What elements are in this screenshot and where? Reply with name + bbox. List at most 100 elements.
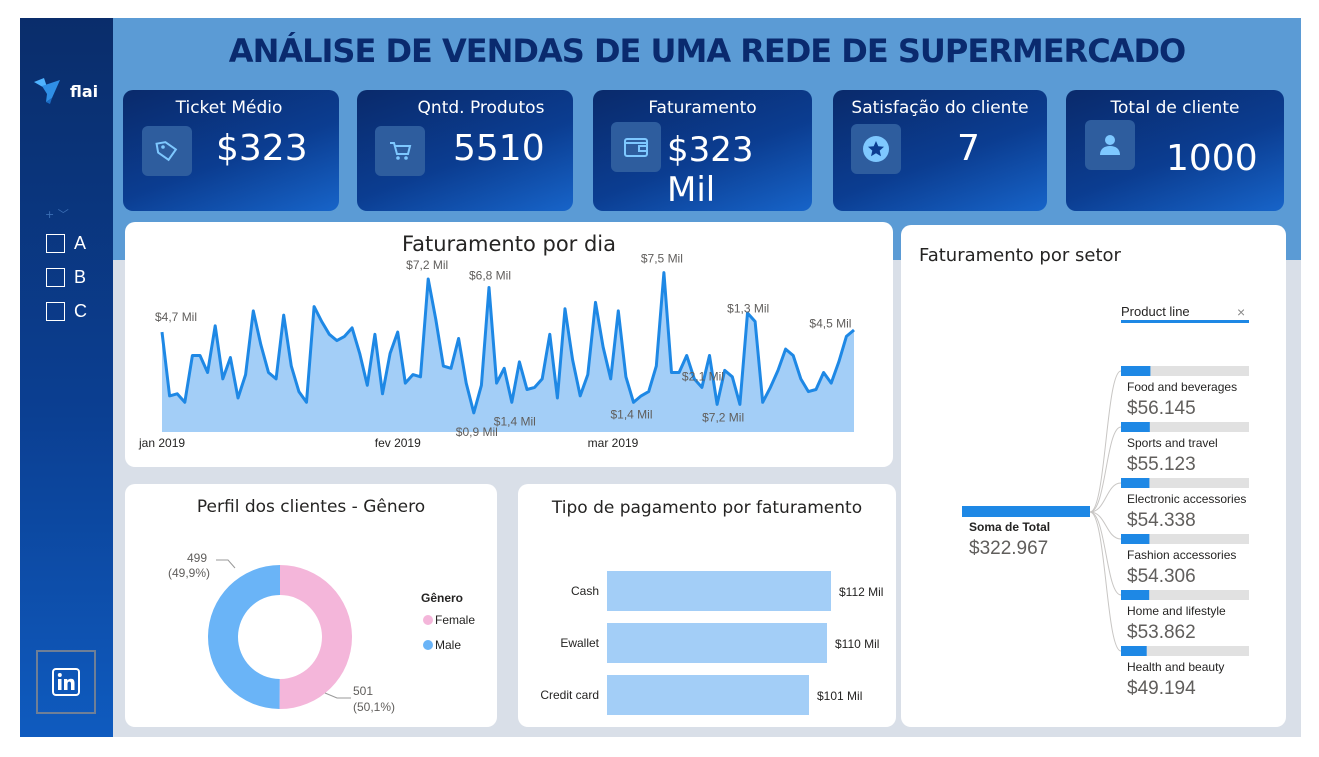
tree-connector (1089, 370, 1122, 513)
tag-icon (142, 126, 192, 176)
slicer-label: C (74, 301, 87, 321)
kpi-value: $323 Mil (667, 130, 754, 210)
slicer-item-c[interactable]: C (46, 301, 87, 322)
node-value: $55.123 (1127, 454, 1196, 475)
daily-revenue-chart[interactable]: jan 2019 fev 2019 mar 2019 $4,7 Mil $7,2 Mil… (125, 222, 893, 467)
slicer-label: B (74, 267, 87, 287)
tree-connector (1089, 426, 1122, 513)
data-label: $6,8 Mil (469, 269, 511, 283)
legend-label: Female (435, 613, 475, 627)
star-icon (851, 124, 901, 174)
node-bar (1121, 478, 1150, 488)
slicer-item-a[interactable]: A (46, 233, 86, 254)
checkbox[interactable] (46, 234, 65, 253)
kpi-value: 5510 (453, 128, 545, 169)
node-bar (1121, 366, 1151, 376)
kpi-label: Qntd. Produtos (417, 98, 545, 118)
node-bar (1121, 422, 1150, 432)
linkedin-button[interactable] (36, 650, 96, 714)
node-label: Food and beverages (1127, 380, 1237, 394)
x-tick-label: jan 2019 (138, 436, 185, 450)
value-label: $112 Mil (839, 585, 883, 599)
kpi-label: Total de cliente (1110, 98, 1240, 118)
payment-card: Tipo de pagamento por faturamento Cash $1… (518, 484, 896, 727)
data-label: $1,3 Mil (727, 302, 769, 316)
kpi-label: Faturamento (648, 98, 757, 118)
legend-label: Male (435, 638, 461, 652)
leader-line (216, 559, 236, 569)
checkbox[interactable] (46, 302, 65, 321)
legend-marker (423, 615, 433, 625)
node-bar (1121, 534, 1150, 544)
value-label: $101 Mil (817, 689, 862, 703)
kpi-value: $323 (216, 128, 308, 169)
node-label: Fashion accessories (1127, 548, 1236, 562)
decomposition-tree[interactable]: Product line × Soma de Total $322.967 Food a… (901, 225, 1286, 727)
data-label: $7,2 Mil (702, 410, 744, 424)
slicer-item-b[interactable]: B (46, 267, 86, 288)
person-icon (1085, 120, 1135, 170)
kpi-card-products: Qntd. Produtos 5510 (357, 90, 573, 211)
data-label: $1,4 Mil (610, 407, 652, 421)
root-label: Soma de Total (969, 520, 1050, 534)
filter-label: Product line (1121, 304, 1190, 319)
legend-title: Gênero (421, 591, 463, 605)
linkedin-icon (52, 668, 80, 696)
area-fill (162, 272, 854, 432)
node-bar (1121, 646, 1147, 656)
category-label: Ewallet (560, 636, 599, 650)
node-label: Health and beauty (1127, 660, 1224, 674)
data-label: $2,1 Mil (682, 369, 724, 383)
value-label: $110 Mil (835, 637, 879, 651)
slicer-header[interactable]: + ﹀ (45, 206, 69, 222)
node-value: $53.862 (1127, 622, 1196, 643)
x-tick-label: mar 2019 (588, 436, 639, 450)
node-bar (1121, 590, 1150, 600)
kpi-card-revenue: Faturamento $323 Mil (593, 90, 812, 211)
dashboard-canvas: flai + ﹀ A B C ANÁLISE DE VENDAS DE UMA … (20, 18, 1301, 737)
expand-icon[interactable]: + ﹀ (45, 208, 69, 221)
node-value: $56.145 (1127, 398, 1196, 419)
bar (607, 571, 831, 611)
kpi-card-customers: Total de cliente 1000 (1066, 90, 1284, 211)
filter-clear-icon: × (1237, 304, 1245, 320)
female-pct-label: (50,1%) (353, 700, 395, 714)
bar (607, 675, 809, 715)
wallet-icon (611, 122, 661, 172)
kpi-value: 1000 (1166, 138, 1258, 179)
payment-bar-chart[interactable]: Cash $112 Mil Ewallet $110 Mil Credit card $1… (518, 484, 896, 727)
sector-card: Faturamento por setor Product line × Soma … (901, 225, 1286, 727)
male-value-label: 499 (187, 551, 207, 565)
donut-slice-male (208, 565, 280, 709)
slicer-label: A (74, 233, 87, 253)
node-value: $54.338 (1127, 510, 1196, 531)
filter-underline (1121, 320, 1249, 323)
leader-line (324, 692, 351, 699)
kpi-label: Satisfação do cliente (851, 98, 1029, 118)
page-title: ANÁLISE DE VENDAS DE UMA REDE DE SUPERME… (228, 32, 1186, 70)
node-value: $54.306 (1127, 566, 1196, 587)
logo-text: flai (70, 81, 99, 101)
data-label: $0,9 Mil (456, 425, 498, 439)
data-label: $4,7 Mil (155, 310, 197, 324)
root-value: $322.967 (969, 538, 1048, 559)
gender-donut-chart[interactable]: 499(49,9%) 501 (50,1%) Gênero Female Male (125, 484, 497, 727)
bar (607, 623, 827, 663)
brand-logo: flai (32, 76, 98, 106)
data-label: $1,4 Mil (494, 414, 536, 428)
checkbox[interactable] (46, 268, 65, 287)
kpi-label: Ticket Médio (175, 98, 283, 118)
legend-marker (423, 640, 433, 650)
bird-logo-icon (34, 78, 60, 104)
donut-slice-female (279, 565, 353, 709)
node-label: Electronic accessories (1127, 492, 1246, 506)
female-value-label: 501 (353, 684, 373, 698)
node-value: $49.194 (1127, 678, 1196, 699)
data-label: $4,5 Mil (809, 316, 851, 330)
x-tick-label: fev 2019 (375, 436, 421, 450)
kpi-card-ticket: Ticket Médio $323 (123, 90, 339, 211)
tree-connector (1089, 511, 1122, 652)
node-label: Home and lifestyle (1127, 604, 1226, 618)
daily-revenue-card: Faturamento por dia jan 2019 fev 2019 mar … (125, 222, 893, 467)
category-label: Cash (571, 584, 599, 598)
